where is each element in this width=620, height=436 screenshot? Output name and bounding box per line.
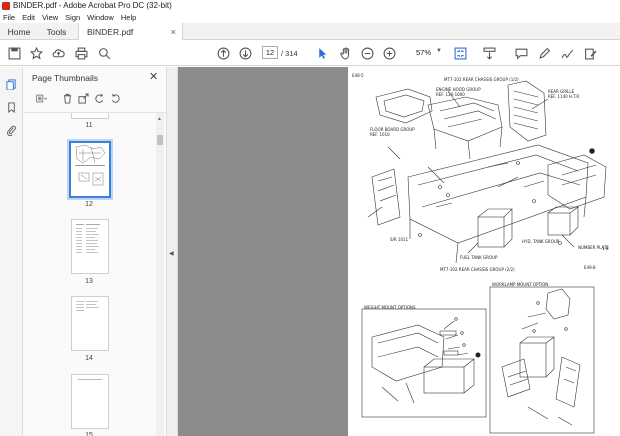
extract-page-icon[interactable] — [77, 92, 90, 105]
doc-upper-title: MT7-102 REAR CHASSIS GROUP (1/2) — [444, 77, 519, 82]
zoom-in-icon[interactable] — [381, 45, 397, 61]
thumbnail-options-icon[interactable] — [31, 92, 51, 105]
weight-mount-box — [361, 308, 487, 418]
thumbnail-label: 11 — [85, 122, 93, 129]
doc-lower-corner-label: E49-8 — [584, 265, 596, 270]
close-tab-icon[interactable]: × — [171, 27, 176, 37]
search-icon[interactable] — [96, 45, 112, 61]
tab-tools[interactable]: Tools — [38, 23, 75, 40]
page-total: / 314 — [281, 49, 298, 58]
scroll-mode-icon[interactable] — [481, 45, 497, 61]
thumbnail-page-12[interactable] — [67, 139, 113, 200]
page-number-input[interactable]: 12 — [262, 46, 278, 59]
hand-tool-icon[interactable] — [337, 45, 353, 61]
thumbnail-page-15-preview — [78, 379, 102, 380]
menu-view[interactable]: View — [42, 13, 58, 22]
highlight-pen-icon[interactable] — [536, 45, 552, 61]
zoom-level-select[interactable]: 57% — [402, 46, 434, 59]
panel-toolbar — [29, 91, 159, 107]
weight-mount-title: WEIGHT MOUNT OPTIONS — [364, 305, 416, 310]
menu-edit[interactable]: Edit — [22, 13, 35, 22]
tab-bar: Home Tools BINDER.pdf × — [0, 23, 620, 41]
rotate-clockwise-icon[interactable] — [109, 92, 122, 105]
panel-collapse-handle[interactable]: ◀ — [167, 67, 178, 436]
bookmarks-icon[interactable] — [4, 100, 18, 114]
fill-sign-icon[interactable] — [582, 45, 598, 61]
tab-document[interactable]: BINDER.pdf × — [78, 23, 183, 41]
sign-icon[interactable] — [559, 45, 575, 61]
doc-label: S/R 1011 — [390, 237, 409, 242]
parts-diagram: E48-5 MT7-102 REAR CHASSIS GROUP (1/2) 1… — [352, 73, 609, 434]
print-icon[interactable] — [73, 45, 89, 61]
zoom-dropdown-chevron-icon[interactable]: ▼ — [436, 48, 442, 54]
delete-page-trash-icon[interactable] — [61, 92, 74, 105]
thumbnail-label: 14 — [85, 355, 93, 362]
attachments-paperclip-icon[interactable] — [4, 123, 18, 137]
tab-document-label: BINDER.pdf — [87, 27, 134, 37]
main-toolbar: 12 / 314 57% ▼ — [0, 40, 620, 66]
thumbnail-page-13[interactable] — [71, 219, 109, 274]
doc-label: FUEL TANK GROUP — [460, 255, 498, 260]
thumbnails-panel: Page Thumbnails ✕ 11 12 13 14 15 ▲ — [23, 67, 167, 436]
rotate-counterclockwise-icon[interactable] — [93, 92, 106, 105]
thumbnail-list: 11 12 13 14 15 — [23, 113, 155, 436]
menu-sign[interactable]: Sign — [65, 13, 80, 22]
fit-page-icon[interactable] — [452, 45, 468, 61]
save-icon[interactable] — [6, 45, 22, 61]
thumbnail-scrollbar-thumb[interactable] — [157, 135, 163, 145]
doc-label: REF. 130-1000 — [436, 92, 465, 97]
previous-page-icon[interactable] — [215, 45, 231, 61]
thumbnail-label: 13 — [85, 278, 93, 285]
document-page: E48-5 MT7-102 REAR CHASSIS GROUP (1/2) 1… — [348, 67, 620, 436]
worklamp-mount-box — [489, 286, 595, 434]
thumbnail-page-11[interactable] — [71, 113, 109, 119]
acrobat-pdf-icon — [2, 1, 10, 10]
collapse-left-arrow-icon[interactable]: ◀ — [169, 250, 174, 257]
menu-window[interactable]: Window — [87, 13, 114, 22]
panel-title: Page Thumbnails — [32, 73, 98, 83]
comment-icon[interactable] — [513, 45, 529, 61]
doc-lower-title: MT7-102 REAR CHASSIS GROUP (2/2) — [440, 267, 515, 272]
doc-label: REF. 1140 H.T.R. — [548, 94, 580, 99]
close-panel-icon[interactable]: ✕ — [149, 70, 158, 83]
doc-corner-label: E48-5 — [352, 73, 364, 78]
document-viewer[interactable]: E48-5 MT7-102 REAR CHASSIS GROUP (1/2) 1… — [178, 67, 620, 436]
next-page-icon[interactable] — [237, 45, 253, 61]
thumbnail-page-12-preview — [75, 144, 106, 186]
doc-label: REF. 1010 — [370, 132, 390, 137]
window-title: BINDER.pdf - Adobe Acrobat Pro DC (32-bi… — [13, 1, 172, 10]
thumbnail-page-15[interactable] — [71, 374, 109, 429]
upload-cloud-icon[interactable] — [50, 45, 66, 61]
page-thumbnails-icon[interactable] — [4, 77, 18, 91]
window-titlebar: BINDER.pdf - Adobe Acrobat Pro DC (32-bi… — [0, 0, 620, 11]
thumbnail-label: 15 — [85, 432, 93, 436]
scroll-up-arrow-icon[interactable]: ▲ — [157, 116, 162, 122]
bookmark-star-icon[interactable] — [28, 45, 44, 61]
zoom-out-icon[interactable] — [359, 45, 375, 61]
menu-help[interactable]: Help — [121, 13, 136, 22]
menu-file[interactable]: File — [3, 13, 15, 22]
thumbnail-page-14-preview — [76, 301, 99, 311]
tab-home[interactable]: Home — [0, 23, 38, 40]
navigation-rail — [0, 67, 23, 436]
thumbnail-page-13-preview — [76, 224, 100, 253]
thumbnail-scrollbar[interactable] — [156, 113, 164, 436]
worklamp-mount-title: WORKLAMP MOUNT OPTION — [492, 282, 548, 287]
doc-label: HYD. TANK GROUP — [522, 239, 560, 244]
thumbnail-page-14[interactable] — [71, 296, 109, 351]
doc-label: NUMBER PLATE — [578, 245, 609, 250]
select-pointer-icon[interactable] — [314, 45, 330, 61]
menu-bar: File Edit View Sign Window Help — [0, 11, 620, 23]
thumbnail-label: 12 — [85, 201, 93, 208]
